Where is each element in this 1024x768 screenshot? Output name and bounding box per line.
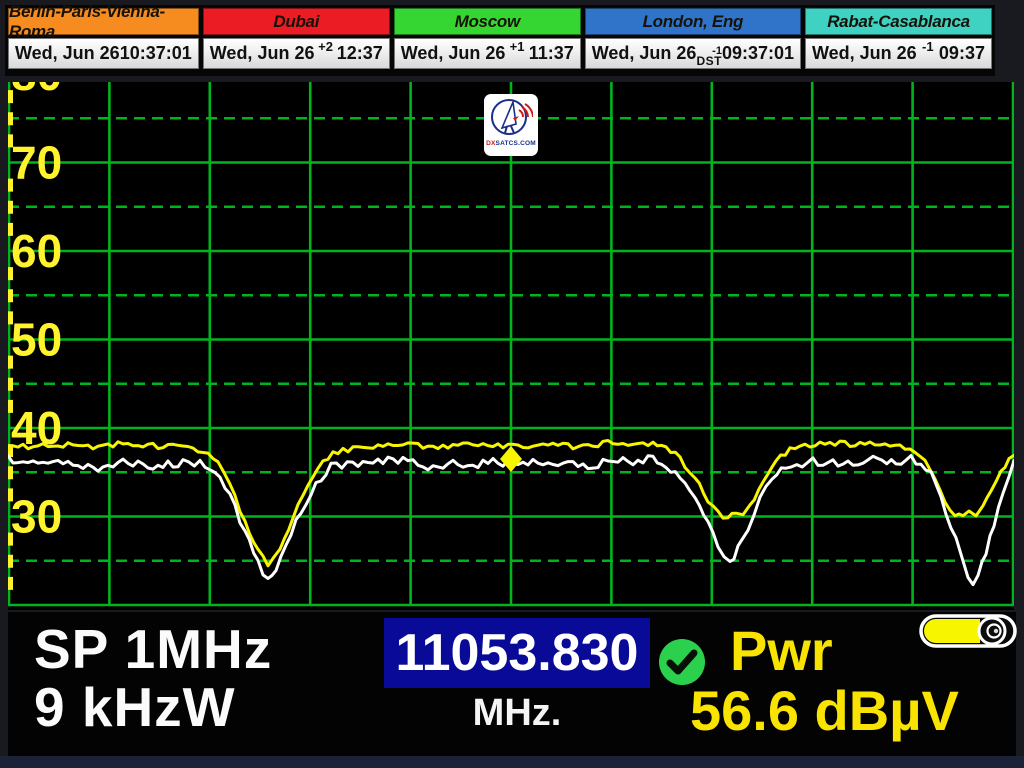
date-text: Wed, Jun 26 xyxy=(401,43,506,64)
date-text: Wed, Jun 26 xyxy=(210,43,315,64)
y-axis-tick xyxy=(8,112,13,125)
clock-cell-berlin: Berlin-Paris-Vienna-Roma Wed, Jun 26 10:… xyxy=(8,8,199,69)
power-value: 56.6 dBµV xyxy=(690,678,959,743)
frequency-input[interactable]: 11053.830 xyxy=(384,618,650,688)
date-text: Wed, Jun 26 xyxy=(15,43,120,64)
dst-indicator: -1 DST xyxy=(696,46,722,66)
time-text: 09:37 xyxy=(939,43,985,64)
time-text: 12:37 xyxy=(337,43,383,64)
dxsatcs-logo: DXSATCS.COM xyxy=(484,94,538,156)
span-setting: SP 1MHz xyxy=(34,620,272,678)
marker-diamond xyxy=(500,446,522,472)
y-axis-tick xyxy=(8,289,13,302)
y-axis-label: 80 xyxy=(11,82,62,100)
clock-time-london: Wed, Jun 26 -1 DST 09:37:01 xyxy=(585,38,801,69)
world-clock-bar: Berlin-Paris-Vienna-Roma Wed, Jun 26 10:… xyxy=(8,8,992,69)
utc-offset: +2 xyxy=(318,39,333,54)
clock-time-dubai: Wed, Jun 26 +2 12:37 xyxy=(203,38,390,69)
power-label: Pwr xyxy=(730,618,833,683)
satellite-dish-icon xyxy=(489,96,533,140)
city-label-dubai: Dubai xyxy=(203,8,390,35)
clock-cell-london: London, Eng Wed, Jun 26 -1 DST 09:37:01 xyxy=(585,8,801,69)
bottom-edge-strip xyxy=(0,756,1024,768)
clock-cell-rabat: Rabat-Casablanca Wed, Jun 26 -1 09:37 xyxy=(805,8,992,69)
readout-panel: SP 1MHz 9 kHzW 11053.830 MHz. Pwr 56.6 d… xyxy=(8,612,1016,756)
utc-offset: -1 xyxy=(922,39,934,54)
y-axis-label: 60 xyxy=(11,225,62,277)
date-text: Wed, Jun 26 xyxy=(812,43,917,64)
clock-time-moscow: Wed, Jun 26 +1 11:37 xyxy=(394,38,581,69)
y-axis-label: 70 xyxy=(11,137,62,189)
spectrum-chart: 807060504030 xyxy=(8,82,1014,610)
clock-time-rabat: Wed, Jun 26 -1 09:37 xyxy=(805,38,992,69)
clock-cell-moscow: Moscow Wed, Jun 26 +1 11:37 xyxy=(394,8,581,69)
time-text: 09:37:01 xyxy=(722,43,794,64)
power-toggle[interactable] xyxy=(918,613,1018,649)
clock-cell-dubai: Dubai Wed, Jun 26 +2 12:37 xyxy=(203,8,390,69)
y-axis-label: 50 xyxy=(11,314,62,366)
analyzer-screen: Berlin-Paris-Vienna-Roma Wed, Jun 26 10:… xyxy=(0,0,1024,768)
dst-label: DST xyxy=(696,56,722,66)
logo-caption: DXSATCS.COM xyxy=(486,140,536,147)
y-axis-label: 30 xyxy=(11,491,62,543)
y-axis-tick xyxy=(8,555,13,568)
city-label-london: London, Eng xyxy=(585,8,801,35)
spectrum-display: 807060504030 DXSATCS.COM xyxy=(8,82,1014,610)
city-label-berlin: Berlin-Paris-Vienna-Roma xyxy=(8,8,199,35)
time-text: 10:37:01 xyxy=(120,43,192,64)
y-axis-tick xyxy=(8,201,13,214)
rbw-setting: 9 kHzW xyxy=(34,678,236,736)
date-text: Wed, Jun 26 xyxy=(592,43,697,64)
utc-offset: +1 xyxy=(510,39,525,54)
city-label-rabat: Rabat-Casablanca xyxy=(805,8,992,35)
clock-time-berlin: Wed, Jun 26 10:37:01 xyxy=(8,38,199,69)
frequency-unit-label: MHz. xyxy=(384,692,650,735)
y-axis-tick xyxy=(8,577,13,590)
y-axis-tick xyxy=(8,466,13,479)
city-label-moscow: Moscow xyxy=(394,8,581,35)
y-axis-tick xyxy=(8,378,13,391)
time-text: 11:37 xyxy=(529,43,574,64)
